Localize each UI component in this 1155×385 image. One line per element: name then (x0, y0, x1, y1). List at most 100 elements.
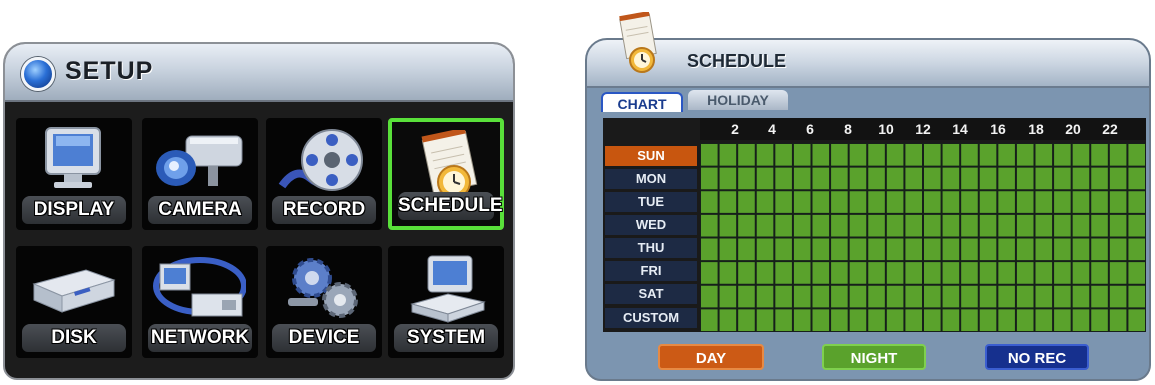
schedule-cell[interactable] (942, 167, 960, 190)
schedule-cell[interactable] (849, 144, 867, 166)
schedule-cell[interactable] (868, 214, 885, 237)
schedule-cell[interactable] (719, 144, 737, 166)
schedule-cell[interactable] (1128, 262, 1145, 284)
schedule-cell[interactable] (1128, 144, 1145, 166)
tile-display[interactable]: DISPLAY (16, 118, 132, 230)
schedule-cell[interactable] (812, 144, 830, 166)
schedule-cell[interactable] (905, 285, 922, 308)
schedule-cell[interactable] (998, 191, 1015, 213)
schedule-cell[interactable] (979, 285, 997, 308)
schedule-cell[interactable] (849, 309, 867, 331)
schedule-cell[interactable] (924, 238, 941, 261)
schedule-cell[interactable] (1128, 214, 1145, 237)
schedule-cell[interactable] (1054, 214, 1071, 237)
schedule-cell[interactable] (793, 167, 811, 190)
schedule-cell[interactable] (738, 144, 755, 166)
schedule-cell[interactable] (831, 191, 848, 213)
schedule-cell[interactable] (738, 285, 755, 308)
schedule-cell[interactable] (831, 144, 848, 166)
schedule-cell[interactable] (924, 144, 941, 166)
schedule-cell[interactable] (793, 144, 811, 166)
schedule-cell[interactable] (1072, 167, 1090, 190)
schedule-cell[interactable] (701, 309, 718, 331)
schedule-cell[interactable] (738, 309, 755, 331)
schedule-cell[interactable] (1072, 262, 1090, 284)
tile-system[interactable]: SYSTEM (388, 246, 504, 358)
legend-night[interactable]: NIGHT (822, 344, 926, 370)
day-row-tue[interactable]: TUE (605, 192, 697, 212)
schedule-cell[interactable] (831, 238, 848, 261)
schedule-cell[interactable] (868, 238, 885, 261)
schedule-cell[interactable] (1016, 238, 1034, 261)
day-row-fri[interactable]: FRI (605, 261, 697, 281)
tile-camera[interactable]: CAMERA (142, 118, 258, 230)
schedule-cell[interactable] (738, 214, 755, 237)
schedule-cell[interactable] (1054, 285, 1071, 308)
schedule-cell[interactable] (1016, 144, 1034, 166)
schedule-cell[interactable] (961, 285, 978, 308)
schedule-cell[interactable] (738, 167, 755, 190)
schedule-cell[interactable] (719, 191, 737, 213)
schedule-cell[interactable] (756, 309, 774, 331)
schedule-cell[interactable] (849, 167, 867, 190)
schedule-cell[interactable] (886, 285, 904, 308)
tab-holiday[interactable]: HOLIDAY (688, 90, 788, 110)
schedule-cell[interactable] (1054, 262, 1071, 284)
schedule-cell[interactable] (701, 285, 718, 308)
schedule-cell[interactable] (1072, 214, 1090, 237)
schedule-cell[interactable] (998, 144, 1015, 166)
schedule-cell[interactable] (961, 309, 978, 331)
schedule-cell[interactable] (868, 191, 885, 213)
day-row-wed[interactable]: WED (605, 215, 697, 235)
schedule-cell[interactable] (924, 167, 941, 190)
schedule-cell[interactable] (775, 285, 792, 308)
schedule-cell[interactable] (979, 309, 997, 331)
schedule-cell[interactable] (849, 214, 867, 237)
schedule-cell[interactable] (961, 262, 978, 284)
schedule-cell[interactable] (738, 262, 755, 284)
schedule-cell[interactable] (812, 167, 830, 190)
schedule-cell[interactable] (793, 214, 811, 237)
schedule-cell[interactable] (1109, 167, 1127, 190)
schedule-cell[interactable] (886, 309, 904, 331)
schedule-cell[interactable] (886, 238, 904, 261)
schedule-cell[interactable] (849, 238, 867, 261)
schedule-cell[interactable] (1035, 167, 1053, 190)
schedule-cell[interactable] (738, 238, 755, 261)
schedule-cell[interactable] (812, 285, 830, 308)
schedule-cell[interactable] (831, 309, 848, 331)
schedule-cell[interactable] (719, 238, 737, 261)
schedule-cell[interactable] (1072, 191, 1090, 213)
schedule-cell[interactable] (793, 309, 811, 331)
schedule-cell[interactable] (719, 214, 737, 237)
schedule-cell[interactable] (868, 144, 885, 166)
schedule-cell[interactable] (831, 214, 848, 237)
schedule-cell[interactable] (701, 144, 718, 166)
schedule-cell[interactable] (812, 191, 830, 213)
schedule-cell[interactable] (961, 238, 978, 261)
schedule-cell[interactable] (905, 144, 922, 166)
schedule-cell[interactable] (1035, 285, 1053, 308)
schedule-cell[interactable] (849, 191, 867, 213)
schedule-cell[interactable] (1035, 214, 1053, 237)
schedule-cell[interactable] (1128, 285, 1145, 308)
schedule-cell[interactable] (905, 167, 922, 190)
schedule-cell[interactable] (1109, 238, 1127, 261)
schedule-cell[interactable] (1109, 144, 1127, 166)
schedule-cell[interactable] (1128, 191, 1145, 213)
schedule-cell[interactable] (886, 262, 904, 284)
schedule-cell[interactable] (738, 191, 755, 213)
schedule-cell[interactable] (868, 167, 885, 190)
schedule-cell[interactable] (998, 214, 1015, 237)
schedule-cell[interactable] (812, 309, 830, 331)
schedule-cell[interactable] (1016, 167, 1034, 190)
schedule-cell[interactable] (1091, 214, 1108, 237)
schedule-cell[interactable] (1016, 262, 1034, 284)
day-row-mon[interactable]: MON (605, 169, 697, 189)
schedule-cell[interactable] (1091, 191, 1108, 213)
schedule-cell[interactable] (1072, 144, 1090, 166)
schedule-cell[interactable] (1016, 309, 1034, 331)
schedule-cell[interactable] (924, 214, 941, 237)
schedule-cell[interactable] (793, 191, 811, 213)
schedule-cell[interactable] (1091, 262, 1108, 284)
